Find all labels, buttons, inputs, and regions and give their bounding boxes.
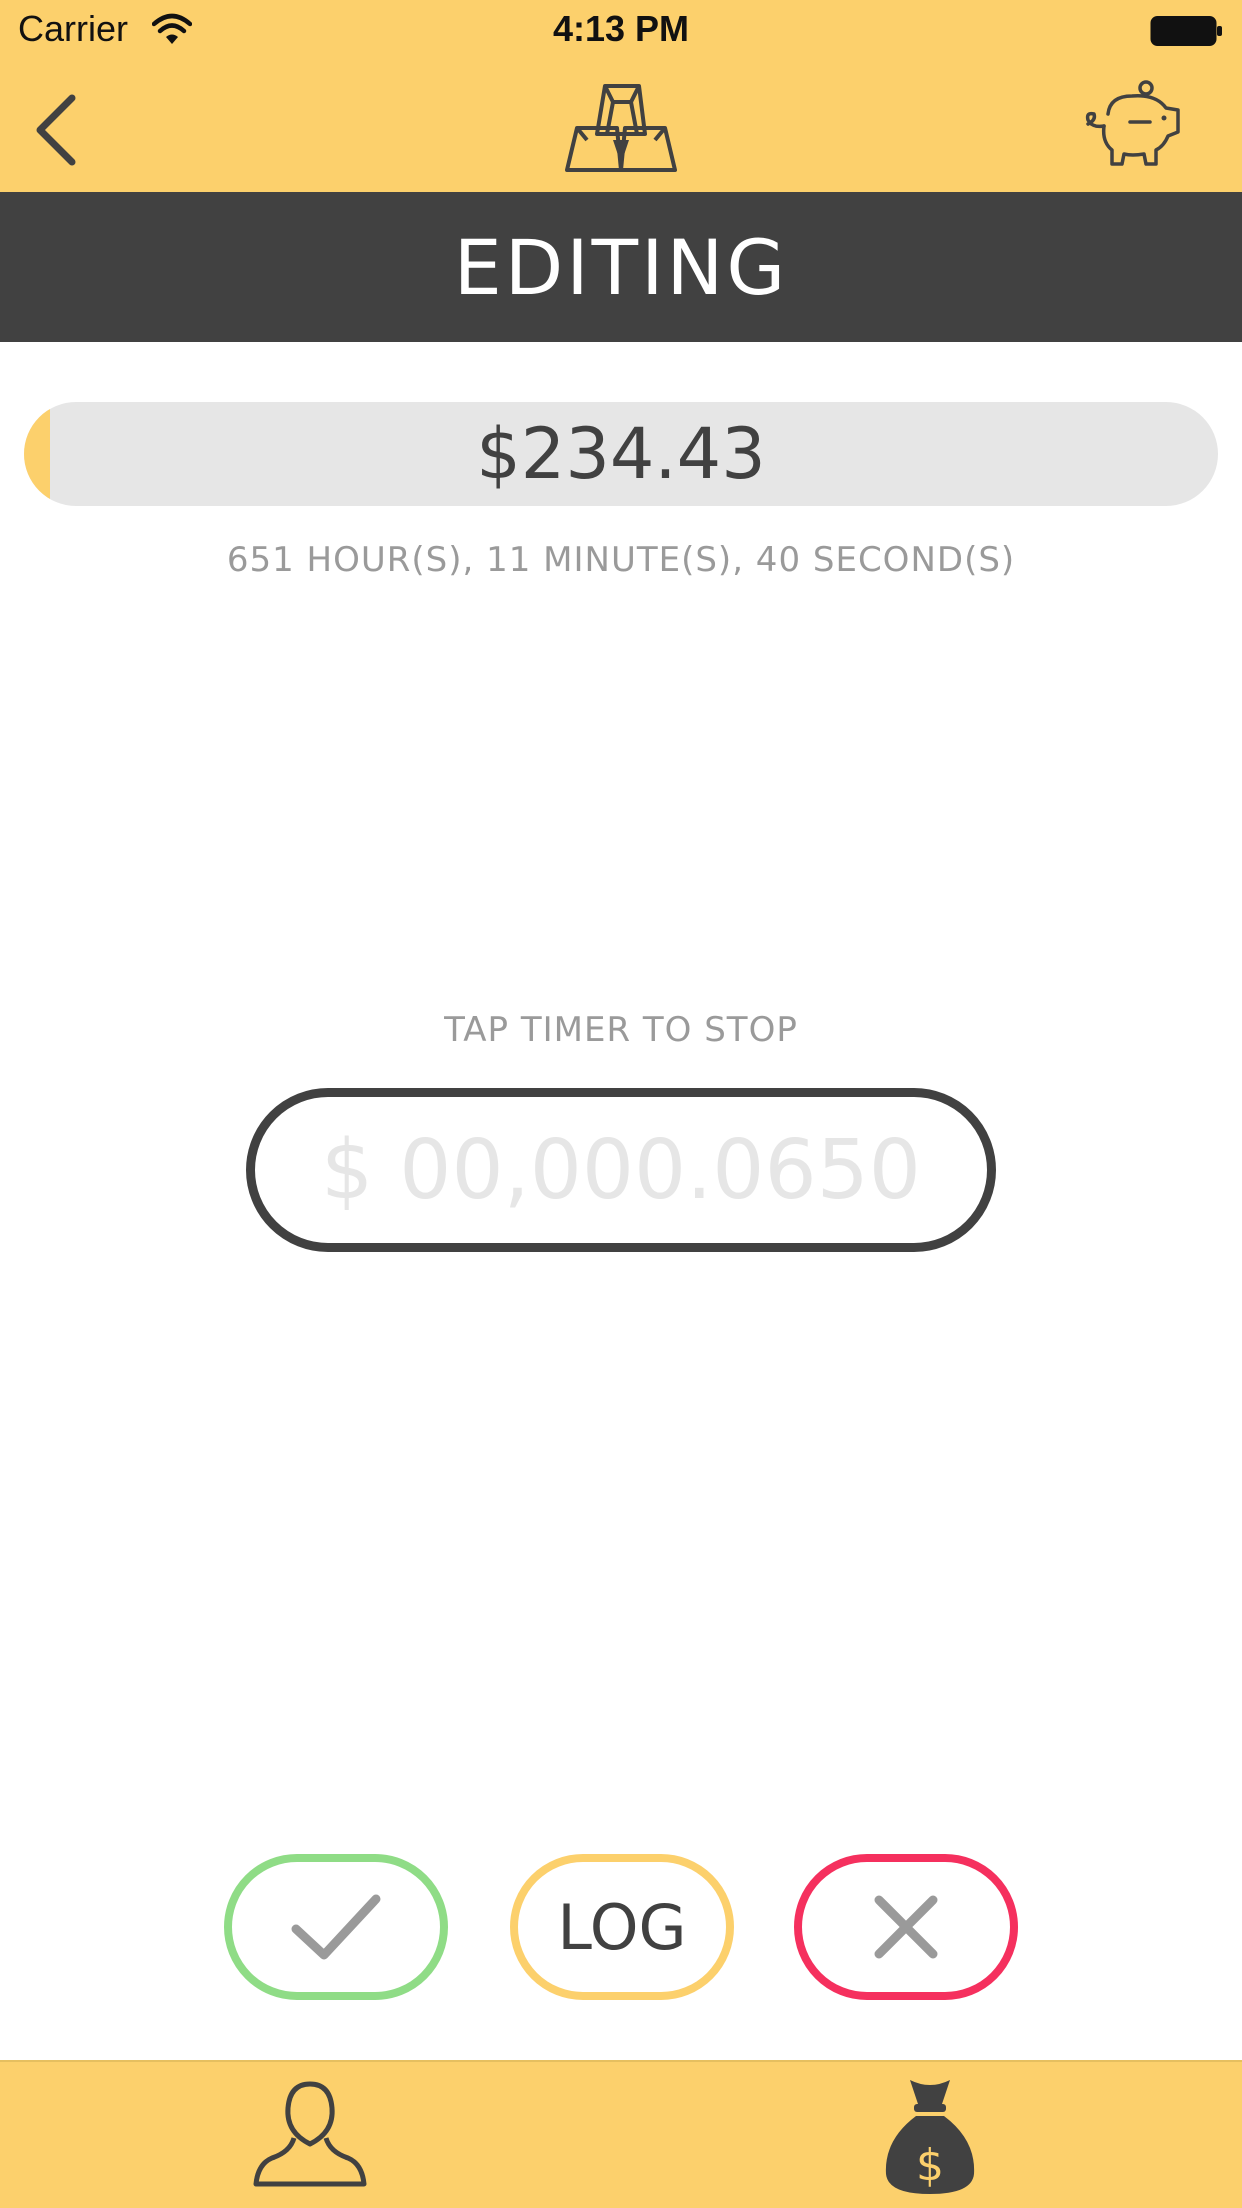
elapsed-time-label: 651 HOUR(S), 11 MINUTE(S), 40 SECOND(S) [226, 540, 1016, 580]
timer-value: $ 00,000.0650 [321, 1122, 921, 1218]
cancel-button[interactable] [794, 1854, 1018, 2000]
piggy-bank-icon[interactable] [1080, 80, 1184, 170]
user-icon[interactable] [250, 2076, 370, 2196]
log-button-label: LOG [557, 1890, 687, 1964]
confirm-button[interactable] [224, 1854, 448, 2000]
timer-button[interactable]: $ 00,000.0650 [246, 1088, 996, 1252]
svg-text:$: $ [916, 2140, 944, 2191]
gold-bars-icon [565, 84, 677, 172]
navigation-bar [0, 62, 1242, 192]
tab-bar: $ [0, 2060, 1242, 2208]
status-bar: Carrier 4:13 PM [0, 0, 1242, 62]
clock-label: 4:13 PM [552, 8, 690, 49]
battery-icon [1150, 16, 1222, 46]
timer-hint: TAP TIMER TO STOP [444, 1010, 798, 1050]
log-button[interactable]: LOG [510, 1854, 734, 2000]
app-screen: Carrier 4:13 PM EDITING $234.43 651 HOUR… [0, 0, 1242, 2208]
checkmark-icon [291, 1894, 381, 1960]
amount-value: $234.43 [476, 413, 766, 495]
money-bag-icon[interactable]: $ [880, 2074, 980, 2198]
title-band: EDITING [0, 192, 1242, 342]
amount-progress-bar: $234.43 [24, 402, 1218, 506]
close-icon [874, 1895, 938, 1959]
page-title: EDITING [453, 222, 789, 312]
chevron-left-icon[interactable] [28, 90, 88, 170]
